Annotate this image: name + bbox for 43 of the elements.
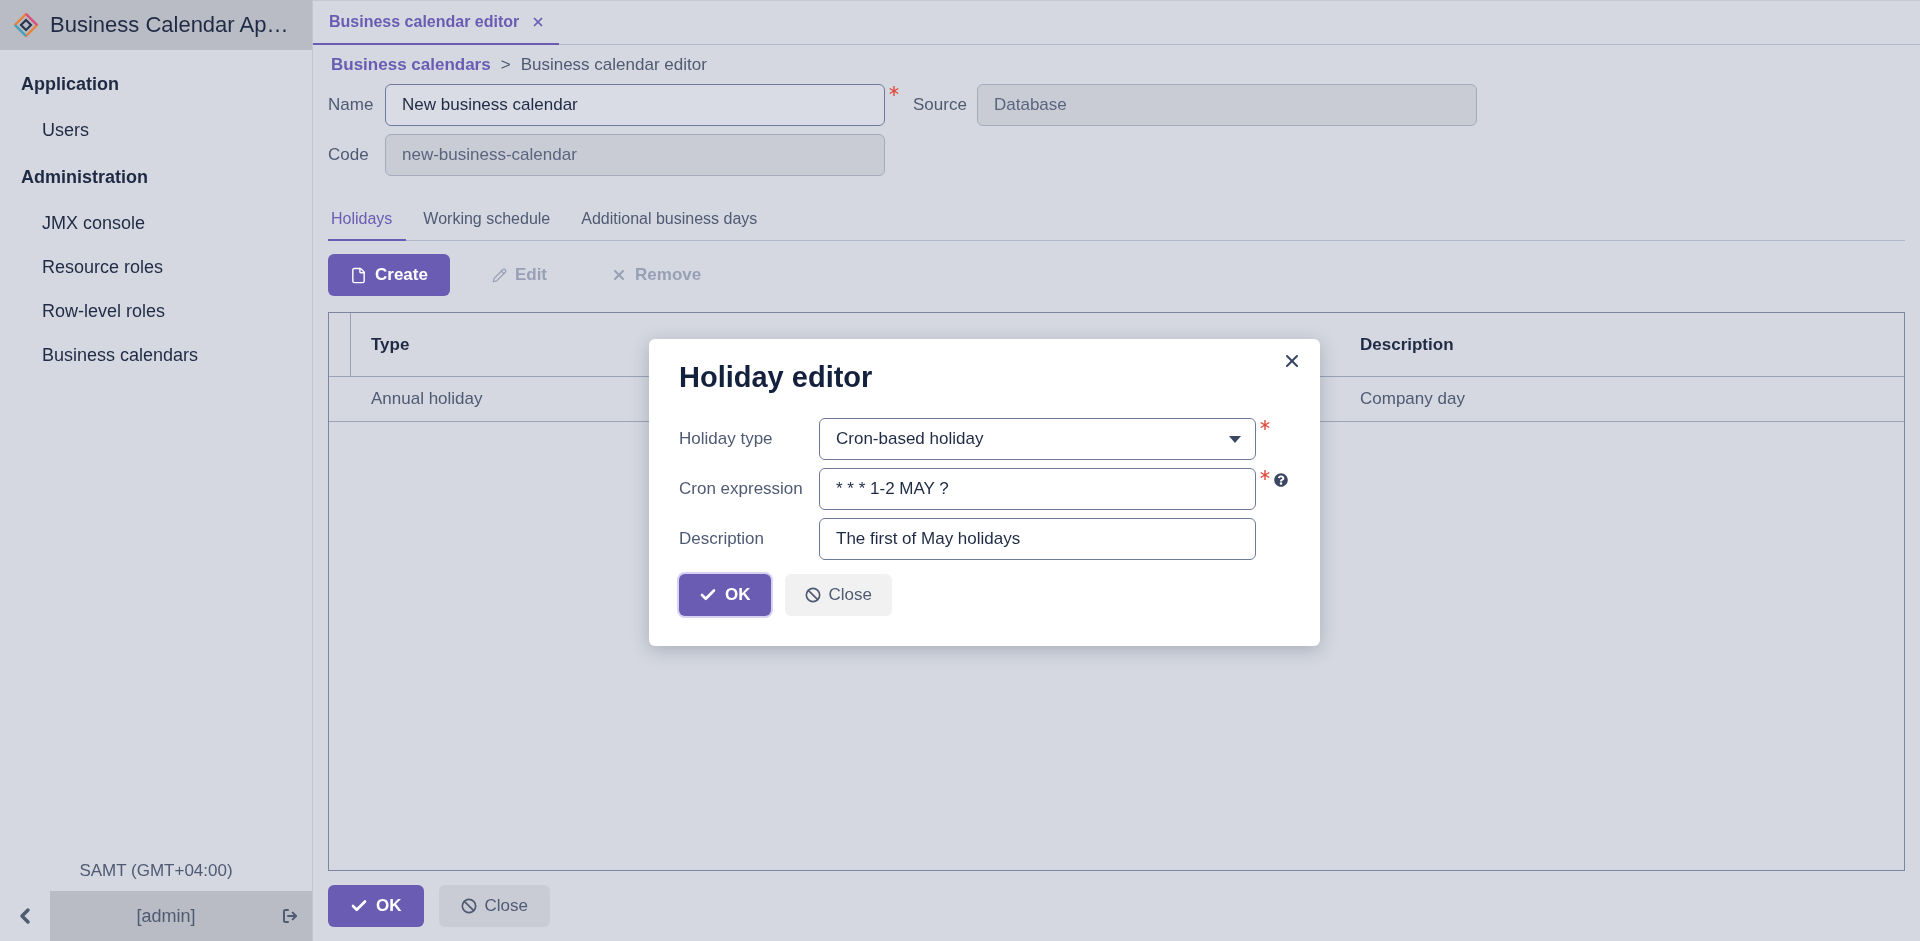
input-field[interactable]: * * * 1-2 MAY ? [819,468,1256,510]
input-field[interactable]: The first of May holidays [819,518,1256,560]
logout-icon[interactable] [282,908,298,924]
field-label: Source [913,95,968,115]
field-label: Description [679,529,766,549]
ok-button[interactable]: OK [328,885,424,927]
tab[interactable]: Working schedule [420,200,565,241]
tab[interactable]: Holidays [328,200,407,241]
close-button[interactable]: Close [784,574,892,616]
column-header: Description [1359,333,1455,356]
input-field[interactable]: New business calendar [385,84,885,126]
sidebar-item[interactable]: Row-level roles [0,290,312,334]
field-label: Name [328,95,375,115]
table-cell-text: Company day [1359,389,1466,409]
field-label: Cron expression [679,479,804,499]
breadcrumb-link[interactable]: Business calendars [331,55,491,75]
sidebar-item[interactable]: Business calendars [0,334,312,378]
breadcrumb-current: Business calendar editor [520,55,707,75]
sidebar-item[interactable]: Resource roles [0,246,312,290]
section-title: Application [20,73,120,96]
field-label: Holiday type [679,429,774,449]
file-icon [350,266,367,284]
select-field[interactable]: Cron-based holiday [819,418,1256,460]
caret-icon [1229,435,1241,443]
app-title: Business Calendar Ap… [50,12,289,38]
table-cell-text: Annual holiday [370,389,484,409]
ban-icon [804,587,821,603]
ban-icon [460,898,477,914]
sidebar-item[interactable]: Users [0,109,312,153]
sidebar-item[interactable]: JMX console [0,202,312,246]
editor-tab[interactable]: Business calendar editor [313,1,560,45]
close-button[interactable]: Close [438,885,550,927]
user-name: [admin] [135,905,197,927]
ok-button[interactable]: OK [679,574,771,616]
timezone-label: SAMT (GMT+04:00) [78,861,234,882]
toolbar-button[interactable]: Create [328,254,450,296]
section-title: Administration [20,166,149,189]
field-label: Code [328,145,370,165]
pencil-icon [491,267,507,283]
dialog-title: Holiday editor [679,361,874,394]
breadcrumb-separator: > [500,55,511,75]
logo-icon [14,13,38,37]
tab[interactable]: Additional business days [578,200,772,241]
